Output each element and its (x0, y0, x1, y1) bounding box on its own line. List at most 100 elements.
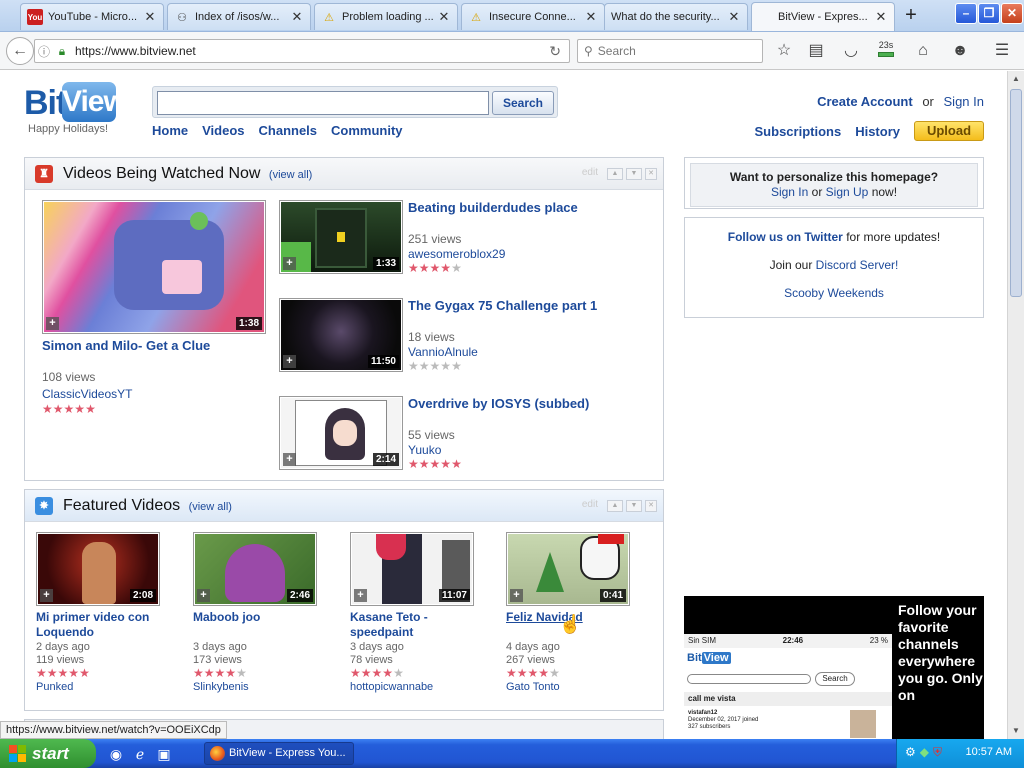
menu-icon[interactable]: ☰ (990, 40, 1014, 62)
nav-community[interactable]: Community (331, 123, 403, 138)
video-thumbnail[interactable]: + 1:33 (279, 200, 403, 274)
video-thumbnail[interactable]: + 11:07 (350, 532, 474, 606)
video-title[interactable]: Mi primer video con Loquendo (36, 610, 166, 640)
pocket-icon[interactable]: ◡ (839, 40, 863, 62)
video-thumbnail[interactable]: + 1:38 (42, 200, 266, 334)
lock-icon[interactable]: 🔒︎ (53, 44, 71, 59)
bitview-logo[interactable]: Bit View (24, 82, 127, 122)
start-button[interactable]: start (0, 739, 96, 768)
twitter-link[interactable]: Follow us on Twitter (728, 230, 843, 244)
quicklaunch-ie-icon[interactable]: ℯ (130, 744, 150, 764)
url-bar[interactable]: ⓘ 🔒︎ https://www.bitview.net ↻ (34, 39, 570, 63)
subscriptions-link[interactable]: Subscriptions (755, 124, 842, 139)
move-up-icon[interactable]: ▲ (607, 500, 623, 512)
edit-link[interactable]: edit (582, 500, 598, 512)
tab-youtube[interactable]: You YouTube - Micro... ✕ (20, 3, 164, 30)
video-user[interactable]: awesomeroblox29 (408, 247, 505, 261)
tab-security[interactable]: What do the security... ✕ (604, 3, 748, 30)
back-button[interactable]: ← (6, 37, 34, 65)
video-thumbnail[interactable]: + 2:14 (279, 396, 403, 470)
discord-link[interactable]: Discord Server! (816, 258, 899, 272)
video-user[interactable]: Punked (36, 681, 73, 693)
add-icon[interactable]: + (197, 589, 210, 602)
add-icon[interactable]: + (283, 355, 296, 368)
view-all-link[interactable]: (view all) (269, 169, 312, 181)
video-thumbnail[interactable]: + 11:50 (279, 298, 403, 372)
url-text[interactable]: https://www.bitview.net (75, 44, 196, 58)
quicklaunch-media-icon[interactable]: ▣ (154, 744, 174, 764)
video-thumbnail[interactable]: + 2:08 (36, 532, 160, 606)
view-all-link[interactable]: (view all) (189, 501, 232, 513)
quicklaunch-desktop-icon[interactable]: ◉ (106, 744, 126, 764)
bookmark-star-icon[interactable]: ☆ (772, 40, 796, 62)
timer-extension-icon[interactable]: 23s (874, 40, 898, 62)
scroll-thumb[interactable] (1010, 89, 1022, 297)
add-icon[interactable]: + (283, 453, 296, 466)
scroll-up-icon[interactable]: ▲ (1008, 71, 1024, 87)
personalize-sign-up-link[interactable]: Sign Up (826, 185, 869, 199)
home-icon[interactable]: ⌂ (911, 40, 935, 62)
video-thumbnail[interactable]: + 0:41 (506, 532, 630, 606)
close-icon[interactable]: ✕ (290, 9, 304, 25)
upload-button[interactable]: Upload (914, 121, 984, 141)
video-user[interactable]: ClassicVideosYT (42, 387, 132, 401)
video-user[interactable]: hottopicwannabe (350, 681, 433, 693)
reload-icon[interactable]: ↻ (549, 43, 561, 60)
browser-search-input[interactable]: ⚲ Search (577, 39, 763, 63)
video-title[interactable]: The Gygax 75 Challenge part 1 (408, 298, 658, 314)
edit-link[interactable]: edit (582, 168, 598, 180)
new-tab-button[interactable]: + (898, 4, 924, 28)
add-icon[interactable]: + (354, 589, 367, 602)
security-shield-icon[interactable]: ⛨ (933, 745, 942, 760)
nav-channels[interactable]: Channels (259, 123, 318, 138)
info-icon[interactable]: ⓘ (35, 43, 53, 60)
close-icon[interactable]: ✕ (727, 9, 741, 25)
close-module-icon[interactable]: ✕ (645, 500, 657, 512)
close-icon[interactable]: ✕ (437, 9, 451, 25)
video-user[interactable]: Yuuko (408, 443, 441, 457)
close-icon[interactable]: ✕ (874, 9, 888, 25)
sign-in-link[interactable]: Sign In (944, 94, 984, 109)
move-down-icon[interactable]: ▼ (626, 500, 642, 512)
nav-videos[interactable]: Videos (202, 123, 244, 138)
personalize-sign-in-link[interactable]: Sign In (771, 185, 808, 199)
restore-button[interactable]: ❐ (978, 3, 1000, 24)
close-icon[interactable]: ✕ (143, 9, 157, 25)
network-icon[interactable]: ⚙ (905, 745, 916, 760)
tab-problem-loading[interactable]: ⚠ Problem loading ... ✕ (314, 3, 458, 30)
close-window-button[interactable]: ✕ (1001, 3, 1023, 24)
add-icon[interactable]: + (510, 589, 523, 602)
page-scrollbar[interactable]: ▲ ▼ (1007, 71, 1024, 739)
create-account-link[interactable]: Create Account (817, 94, 913, 109)
reader-list-icon[interactable]: ▤ (804, 40, 828, 62)
video-user[interactable]: Slinkybenis (193, 681, 249, 693)
video-title[interactable]: Simon and Milo- Get a Clue (42, 338, 272, 354)
video-title[interactable]: Maboob joo (193, 610, 323, 625)
tab-index-isos[interactable]: ⚇ Index of /isos/w... ✕ (167, 3, 311, 30)
video-user[interactable]: Gato Tonto (506, 681, 560, 693)
tab-insecure-connection[interactable]: ⚠ Insecure Conne... ✕ (461, 3, 605, 30)
add-icon[interactable]: + (46, 317, 59, 330)
scroll-down-icon[interactable]: ▼ (1008, 723, 1024, 739)
emoji-icon[interactable]: ☻ (948, 40, 972, 62)
mobile-app-ad[interactable]: Sin SIM 22:46 23 % Bit View Search call m… (684, 596, 984, 739)
video-thumbnail[interactable]: + 2:46 (193, 532, 317, 606)
close-icon[interactable]: ✕ (584, 9, 598, 25)
add-icon[interactable]: + (283, 257, 296, 270)
minimize-button[interactable]: – (955, 3, 977, 24)
close-module-icon[interactable]: ✕ (645, 168, 657, 180)
site-search-input[interactable] (157, 91, 489, 115)
nav-home[interactable]: Home (152, 123, 188, 138)
video-title[interactable]: Kasane Teto - speedpaint (350, 610, 480, 640)
history-link[interactable]: History (855, 124, 900, 139)
taskbar-item-firefox[interactable]: BitView - Express You... (204, 742, 354, 765)
video-title[interactable]: Beating builderdudes place (408, 200, 658, 216)
add-icon[interactable]: + (40, 589, 53, 602)
video-title[interactable]: Overdrive by IOSYS (subbed) (408, 396, 658, 412)
tray-app-icon[interactable]: ◆ (920, 745, 929, 760)
tab-bitview[interactable]: BitView - Expres... ✕ (751, 2, 895, 31)
video-user[interactable]: VannioAlnule (408, 345, 478, 359)
move-down-icon[interactable]: ▼ (626, 168, 642, 180)
move-up-icon[interactable]: ▲ (607, 168, 623, 180)
scooby-weekends-link[interactable]: Scooby Weekends (784, 286, 884, 300)
